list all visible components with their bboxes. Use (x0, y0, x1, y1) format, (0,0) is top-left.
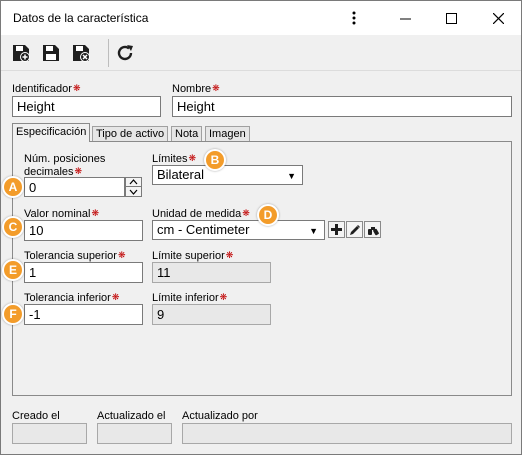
name-field[interactable]: Height (172, 96, 512, 117)
upper-limit-field: 11 (152, 262, 271, 283)
upper-limit-value: 11 (157, 265, 171, 280)
unit-label: Unidad de medida❋ (152, 208, 250, 220)
decimals-value: 0 (29, 180, 37, 195)
lower-tolerance-value: -1 (29, 307, 41, 322)
refresh-icon[interactable] (113, 41, 137, 65)
pencil-icon (349, 224, 360, 235)
add-unit-button[interactable] (328, 221, 345, 238)
created-label: Creado el (12, 410, 60, 422)
callout-badge-b: B (204, 149, 226, 171)
required-icon: ❋ (242, 208, 250, 218)
title-bar: Datos de la característica (1, 1, 521, 35)
unit-value: cm - Centimeter (157, 222, 250, 237)
created-field (12, 423, 87, 444)
nominal-label: Valor nominal❋ (24, 208, 99, 220)
updated-label: Actualizado el (97, 410, 166, 422)
lower-limit-field: 9 (152, 304, 271, 325)
upper-limit-label-text: Límite superior (152, 250, 225, 262)
window-title: Datos de la característica (13, 11, 149, 25)
more-options-icon[interactable] (331, 1, 377, 35)
name-label-text: Nombre (172, 83, 212, 95)
upper-tolerance-label: Tolerancia superior❋ (24, 250, 125, 262)
tab-asset-type[interactable]: Tipo de activo (92, 126, 169, 142)
lower-tolerance-label: Tolerancia inferior❋ (24, 292, 119, 304)
tab-note[interactable]: Nota (171, 126, 203, 142)
identifier-field[interactable]: Height (12, 96, 161, 117)
required-icon: ❋ (212, 83, 220, 93)
required-icon: ❋ (111, 292, 120, 302)
lower-tolerance-label-text: Tolerancia inferior (24, 292, 111, 304)
close-button[interactable] (475, 1, 521, 35)
nominal-field[interactable]: 10 (24, 220, 143, 241)
upper-tolerance-field[interactable]: 1 (24, 262, 143, 283)
toolbar-separator (108, 39, 109, 67)
callout-badge-e: E (2, 259, 24, 281)
tab-image[interactable]: Imagen (205, 126, 250, 142)
unit-label-text: Unidad de medida (152, 208, 242, 220)
identifier-label: Identificador❋ (12, 83, 80, 95)
lower-limit-label: Límite inferior❋ (152, 292, 227, 304)
minimize-button[interactable] (382, 1, 428, 35)
edit-unit-button[interactable] (346, 221, 363, 238)
chevron-down-icon[interactable] (126, 187, 141, 196)
save-icon[interactable] (39, 41, 63, 65)
decimals-label-line1: Núm. posiciones (24, 153, 106, 165)
lower-limit-label-text: Límite inferior (152, 292, 219, 304)
lower-limit-value: 9 (157, 307, 165, 322)
limits-label-text: Límites (152, 153, 188, 165)
plus-icon (331, 224, 342, 235)
unit-select[interactable]: cm - Centimeter ▼ (152, 220, 325, 240)
required-icon: ❋ (225, 250, 234, 260)
decimals-field[interactable]: 0 (24, 177, 125, 197)
dropdown-arrow-icon: ▼ (287, 171, 296, 181)
identifier-value: Height (17, 99, 55, 114)
dropdown-arrow-icon: ▼ (309, 226, 318, 236)
required-icon: ❋ (74, 166, 83, 176)
updated-field (97, 423, 172, 444)
updated-by-field (182, 423, 512, 444)
identifier-label-text: Identificador (12, 83, 72, 95)
decimals-stepper[interactable] (125, 177, 142, 197)
maximize-button[interactable] (428, 1, 474, 35)
name-label: Nombre❋ (172, 83, 220, 95)
save-close-icon[interactable] (69, 41, 93, 65)
callout-badge-d: D (257, 204, 279, 226)
chevron-up-icon[interactable] (126, 178, 141, 187)
nominal-value: 10 (29, 223, 44, 238)
name-value: Height (177, 99, 215, 114)
upper-tolerance-label-text: Tolerancia superior (24, 250, 117, 262)
callout-badge-a: A (2, 176, 24, 198)
upper-limit-label: Límite superior❋ (152, 250, 233, 262)
required-icon: ❋ (72, 83, 81, 93)
save-new-icon[interactable] (9, 41, 33, 65)
callout-badge-c: C (2, 216, 24, 238)
binoculars-icon (367, 226, 379, 235)
limits-value: Bilateral (157, 167, 204, 182)
required-icon: ❋ (188, 153, 197, 163)
required-icon: ❋ (91, 208, 99, 218)
toolbar (1, 35, 521, 71)
limits-label: Límites❋ (152, 153, 196, 165)
decimals-label: Núm. posiciones decimales❋ (24, 153, 105, 178)
tab-specification[interactable]: Especificación (12, 123, 91, 142)
required-icon: ❋ (117, 250, 126, 260)
nominal-label-text: Valor nominal (24, 208, 91, 220)
dialog-window: Datos de la característica Identificador… (0, 0, 522, 455)
limits-select[interactable]: Bilateral ▼ (152, 165, 303, 185)
updated-by-label: Actualizado por (182, 410, 258, 422)
search-unit-button[interactable] (364, 221, 381, 238)
callout-badge-f: F (2, 303, 24, 325)
lower-tolerance-field[interactable]: -1 (24, 304, 143, 325)
required-icon: ❋ (219, 292, 228, 302)
upper-tolerance-value: 1 (29, 265, 37, 280)
